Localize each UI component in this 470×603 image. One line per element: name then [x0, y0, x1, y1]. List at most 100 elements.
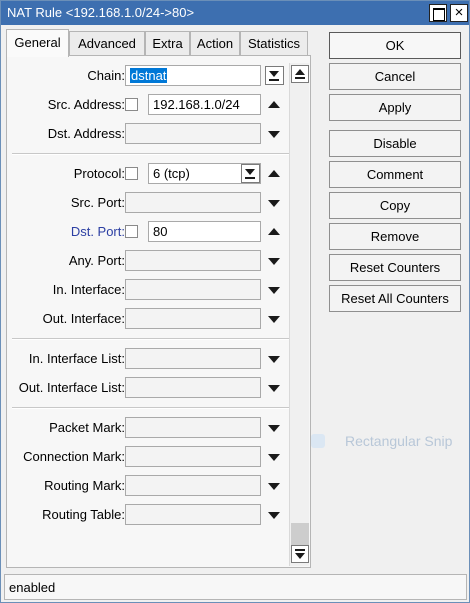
dst-address-field[interactable]	[125, 123, 261, 144]
underline-icon	[269, 79, 279, 81]
connection-mark-label: Connection Mark:	[23, 449, 125, 464]
any-port-field[interactable]	[125, 250, 261, 271]
cancel-button[interactable]: Cancel	[329, 63, 461, 90]
routing-table-label: Routing Table:	[42, 507, 125, 522]
scroll-thumb[interactable]	[291, 523, 309, 545]
close-button[interactable]: ×	[450, 4, 468, 22]
protocol-row: Protocol: 6 (tcp)	[7, 163, 307, 185]
chain-row: Chain: dstnat	[7, 65, 307, 87]
collapse-up-icon[interactable]	[268, 170, 280, 177]
bar-icon	[295, 549, 305, 551]
routing-mark-field[interactable]	[125, 475, 261, 496]
general-panel: Chain: dstnat Src. Address: 192.168.1.0/…	[6, 55, 311, 568]
divider	[12, 338, 289, 340]
routing-table-row: Routing Table:	[7, 504, 307, 526]
snip-overlay: Rectangular Snip	[311, 431, 470, 453]
in-interface-list-row: In. Interface List:	[7, 348, 307, 370]
src-port-row: Src. Port:	[7, 192, 307, 214]
copy-button[interactable]: Copy	[329, 192, 461, 219]
underline-icon	[245, 177, 255, 179]
packet-mark-label: Packet Mark:	[49, 420, 125, 435]
tab-extra[interactable]: Extra	[145, 31, 190, 56]
remove-button[interactable]: Remove	[329, 223, 461, 250]
scroll-up-button[interactable]	[291, 65, 309, 83]
routing-table-field[interactable]	[125, 504, 261, 525]
src-address-invert-checkbox[interactable]	[125, 98, 138, 111]
expand-down-icon[interactable]	[268, 512, 280, 519]
status-text: enabled	[9, 580, 56, 595]
connection-mark-field[interactable]	[125, 446, 261, 467]
title-bar[interactable]: NAT Rule <192.168.1.0/24->80> ×	[1, 1, 469, 25]
src-address-row: Src. Address: 192.168.1.0/24	[7, 94, 307, 116]
tab-statistics[interactable]: Statistics	[240, 31, 308, 56]
expand-down-icon[interactable]	[268, 131, 280, 138]
expand-down-icon[interactable]	[268, 200, 280, 207]
dst-port-field[interactable]: 80	[148, 221, 261, 242]
expand-down-icon[interactable]	[268, 356, 280, 363]
window-title: NAT Rule <192.168.1.0/24->80>	[7, 5, 195, 20]
packet-mark-row: Packet Mark:	[7, 417, 307, 439]
dst-port-label: Dst. Port:	[70, 224, 125, 239]
any-port-label: Any. Port:	[68, 253, 125, 268]
in-interface-row: In. Interface:	[7, 279, 307, 301]
close-icon: ×	[454, 4, 464, 21]
dst-port-invert-checkbox[interactable]	[125, 225, 138, 238]
src-address-field[interactable]: 192.168.1.0/24	[148, 94, 261, 115]
tab-advanced[interactable]: Advanced	[69, 31, 145, 56]
expand-down-icon[interactable]	[268, 425, 280, 432]
out-interface-row: Out. Interface:	[7, 308, 307, 330]
out-interface-list-row: Out. Interface List:	[7, 377, 307, 399]
protocol-label: Protocol:	[73, 166, 125, 181]
out-interface-label: Out. Interface:	[42, 311, 125, 326]
nat-rule-window: NAT Rule <192.168.1.0/24->80> × General …	[0, 0, 470, 603]
reset-counters-button[interactable]: Reset Counters	[329, 254, 461, 281]
arrow-down-icon	[295, 553, 305, 559]
out-interface-list-field[interactable]	[125, 377, 261, 398]
protocol-invert-checkbox[interactable]	[125, 167, 138, 180]
vertical-scrollbar[interactable]	[289, 63, 309, 566]
src-address-label: Src. Address:	[47, 97, 125, 112]
chevron-down-icon	[269, 71, 279, 77]
in-interface-list-field[interactable]	[125, 348, 261, 369]
maximize-icon[interactable]	[429, 4, 447, 22]
in-interface-field[interactable]	[125, 279, 261, 300]
in-interface-label: In. Interface:	[52, 282, 125, 297]
apply-button[interactable]: Apply	[329, 94, 461, 121]
divider	[12, 153, 289, 155]
expand-down-icon[interactable]	[268, 483, 280, 490]
dst-address-row: Dst. Address:	[7, 123, 307, 145]
divider	[12, 407, 289, 409]
chain-label: Chain:	[87, 68, 125, 83]
tab-general[interactable]: General	[6, 29, 69, 57]
dst-address-label: Dst. Address:	[47, 126, 125, 141]
expand-down-icon[interactable]	[268, 454, 280, 461]
packet-mark-field[interactable]	[125, 417, 261, 438]
any-port-row: Any. Port:	[7, 250, 307, 272]
chevron-down-icon	[245, 169, 255, 175]
chain-dropdown-button[interactable]	[265, 66, 284, 85]
tab-action[interactable]: Action	[190, 31, 240, 56]
protocol-dropdown-button[interactable]	[241, 164, 260, 183]
collapse-up-icon[interactable]	[268, 228, 280, 235]
out-interface-list-label: Out. Interface List:	[18, 380, 125, 395]
src-port-field[interactable]	[125, 192, 261, 213]
src-port-label: Src. Port:	[70, 195, 125, 210]
disable-button[interactable]: Disable	[329, 130, 461, 157]
bar-icon	[295, 77, 305, 79]
in-interface-list-label: In. Interface List:	[28, 351, 125, 366]
collapse-up-icon[interactable]	[268, 101, 280, 108]
out-interface-field[interactable]	[125, 308, 261, 329]
arrow-up-icon	[295, 69, 305, 75]
expand-down-icon[interactable]	[268, 287, 280, 294]
ok-button[interactable]: OK	[329, 32, 461, 59]
comment-button[interactable]: Comment	[329, 161, 461, 188]
reset-all-counters-button[interactable]: Reset All Counters	[329, 285, 461, 312]
chain-value: dstnat	[130, 68, 168, 83]
expand-down-icon[interactable]	[268, 258, 280, 265]
chain-field[interactable]: dstnat	[125, 65, 261, 86]
connection-mark-row: Connection Mark:	[7, 446, 307, 468]
routing-mark-label: Routing Mark:	[44, 478, 125, 493]
scroll-down-button[interactable]	[291, 545, 309, 563]
expand-down-icon[interactable]	[268, 385, 280, 392]
expand-down-icon[interactable]	[268, 316, 280, 323]
